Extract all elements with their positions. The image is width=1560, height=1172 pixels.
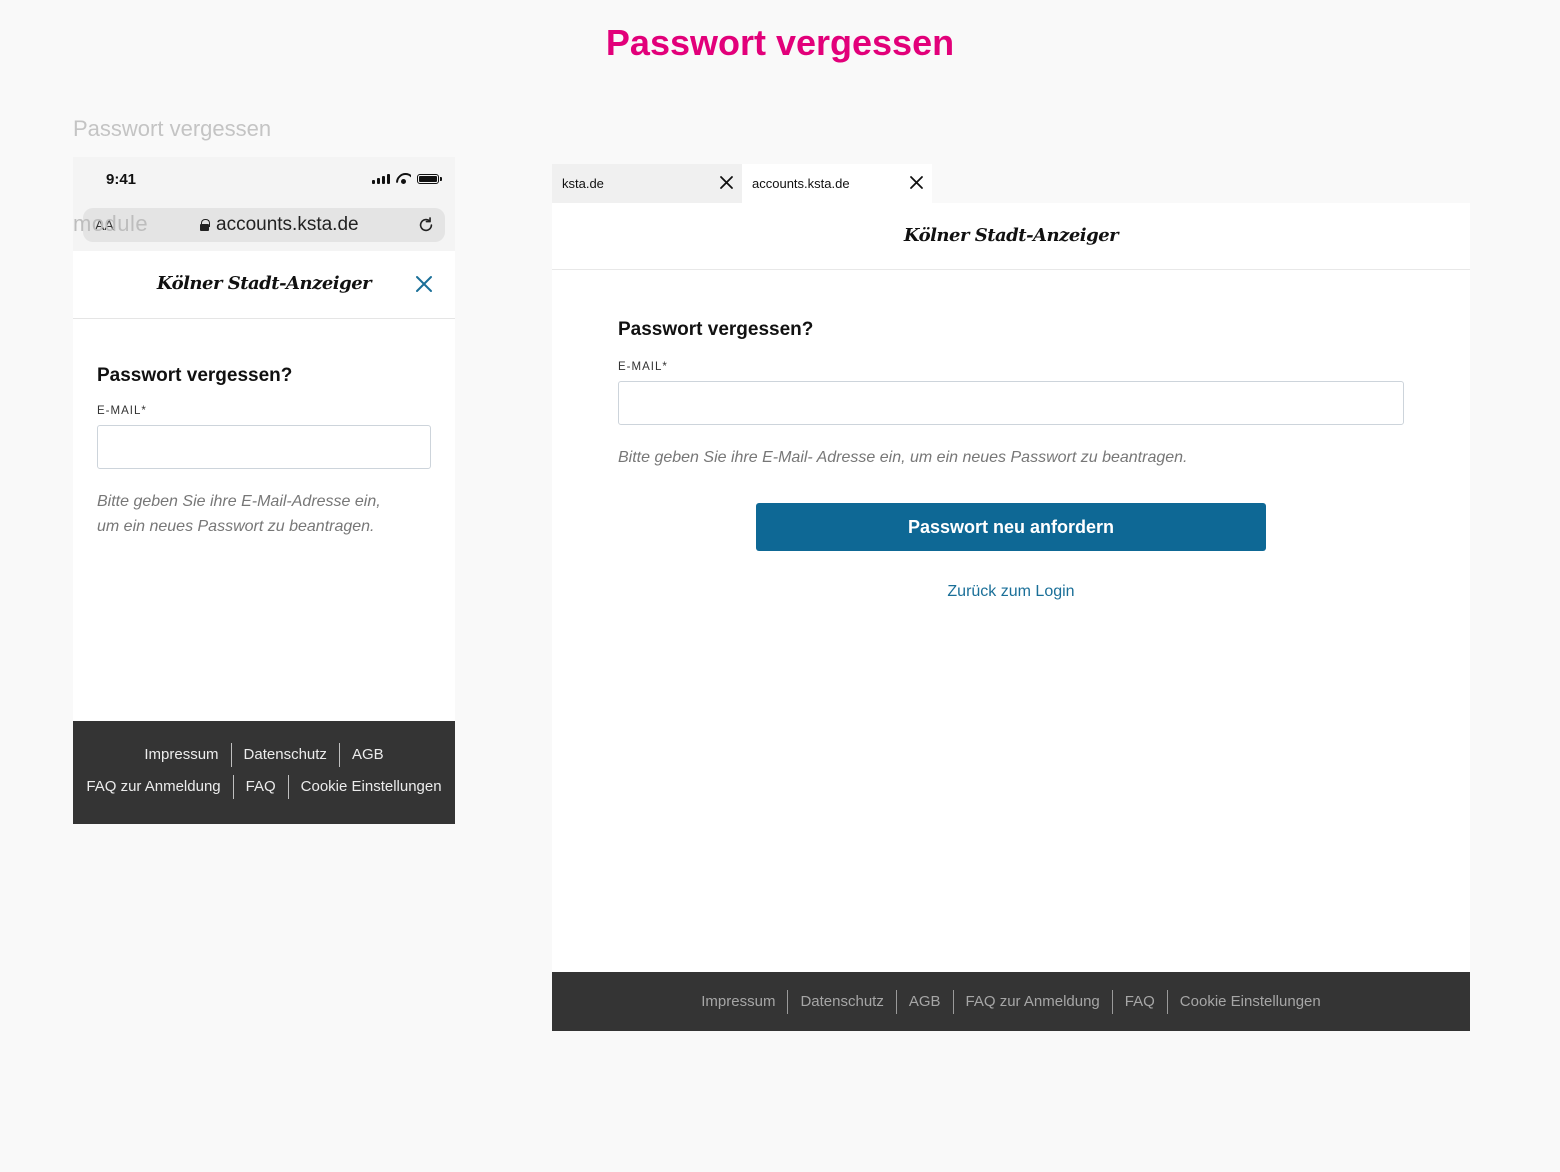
mobile-header: Kölner Stadt-Anzeiger	[73, 251, 455, 319]
request-password-button[interactable]: Passwort neu anfordern	[756, 503, 1266, 551]
back-to-login-link[interactable]: Zurück zum Login	[618, 583, 1404, 601]
frame-label: Passwort vergessen	[73, 116, 272, 141]
wifi-icon	[396, 173, 411, 184]
mobile-mockup: 9:41 AA accounts.ksta.de module Kölner S…	[73, 157, 455, 824]
tab-label: ksta.de	[562, 176, 604, 191]
browser-tabs: ksta.de accounts.ksta.de	[552, 164, 1470, 203]
footer-link-datenschutz[interactable]: Datenschutz	[232, 744, 339, 766]
footer-link-cookie-einstellungen[interactable]: Cookie Einstellungen	[289, 776, 454, 798]
desktop-footer: Impressum Datenschutz AGB FAQ zur Anmeld…	[552, 972, 1470, 1031]
lock-icon	[200, 219, 210, 231]
tab-close-icon[interactable]	[909, 175, 924, 190]
email-field[interactable]	[618, 381, 1404, 425]
battery-icon	[417, 174, 442, 184]
footer-link-impressum[interactable]: Impressum	[689, 991, 787, 1013]
desktop-mockup: Kölner Stadt-Anzeiger Passwort vergessen…	[552, 203, 1470, 1031]
tab-accounts[interactable]: accounts.ksta.de	[742, 164, 932, 203]
footer-link-agb[interactable]: AGB	[340, 744, 396, 766]
close-icon[interactable]	[415, 275, 433, 293]
desktop-header: Kölner Stadt-Anzeiger	[552, 203, 1470, 270]
mobile-footer: Impressum Datenschutz AGB FAQ zur Anmeld…	[73, 721, 455, 824]
form-title: Passwort vergessen?	[618, 319, 814, 340]
form-hint: Bitte geben Sie ihre E-Mail- Adresse ein…	[618, 449, 1188, 466]
footer-link-datenschutz[interactable]: Datenschutz	[788, 991, 895, 1013]
form-title: Passwort vergessen?	[97, 365, 293, 386]
brand-logo: Kölner Stadt-Anzeiger	[903, 225, 1119, 246]
url-text[interactable]: accounts.ksta.de	[216, 214, 359, 236]
tab-ksta[interactable]: ksta.de	[552, 164, 742, 203]
footer-link-cookie-einstellungen[interactable]: Cookie Einstellungen	[1168, 991, 1333, 1013]
reload-icon[interactable]	[417, 216, 435, 234]
footer-link-agb[interactable]: AGB	[897, 991, 953, 1013]
footer-link-faq-anmeldung[interactable]: FAQ zur Anmeldung	[954, 991, 1112, 1013]
email-field[interactable]	[97, 425, 431, 469]
browser-url-area: AA accounts.ksta.de module	[73, 205, 455, 251]
footer-link-impressum[interactable]: Impressum	[132, 744, 230, 766]
desktop-form: Passwort vergessen? E-MAIL* Bitte geben …	[618, 319, 1404, 600]
status-bar: 9:41	[73, 157, 455, 205]
cellular-signal-icon	[372, 173, 390, 184]
form-hint: Bitte geben Sie ihre E-Mail-Adresse ein,…	[97, 493, 381, 535]
brand-logo: Kölner Stadt-Anzeiger	[156, 273, 372, 294]
email-label: E-MAIL*	[618, 361, 668, 373]
footer-link-faq[interactable]: FAQ	[234, 776, 288, 798]
page-title: Passwort vergessen	[605, 22, 955, 63]
mobile-form: Passwort vergessen? E-MAIL* Bitte geben …	[73, 319, 455, 539]
footer-link-faq[interactable]: FAQ	[1113, 991, 1167, 1013]
email-label: E-MAIL*	[97, 405, 147, 417]
footer-link-faq-anmeldung[interactable]: FAQ zur Anmeldung	[74, 776, 232, 798]
tab-close-icon[interactable]	[719, 175, 734, 190]
tab-label: accounts.ksta.de	[752, 176, 850, 191]
status-icons	[372, 173, 442, 184]
status-time: 9:41	[106, 171, 137, 188]
module-overlay-label: module	[73, 211, 149, 236]
